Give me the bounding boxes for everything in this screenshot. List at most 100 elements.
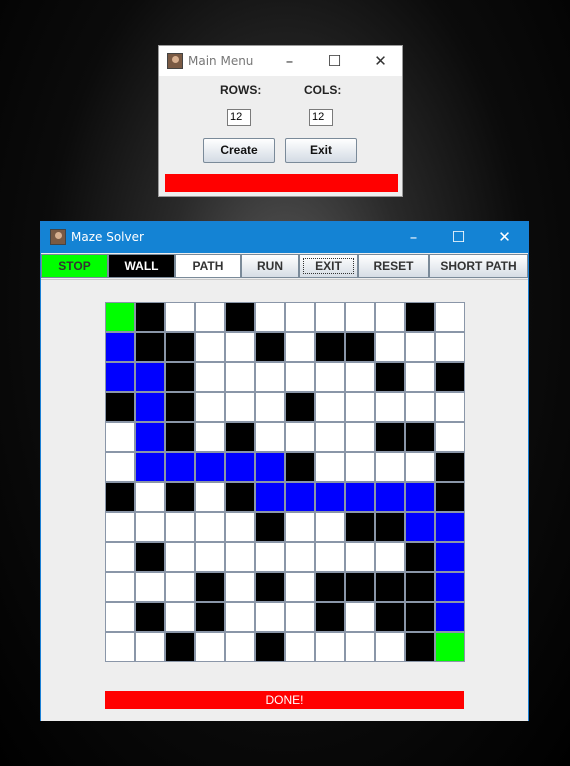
cols-input[interactable]: 12 <box>309 109 333 126</box>
open-cell[interactable] <box>285 302 315 332</box>
open-cell[interactable] <box>315 512 345 542</box>
open-cell[interactable] <box>105 542 135 572</box>
wall-cell[interactable] <box>375 422 405 452</box>
wall-cell[interactable] <box>225 422 255 452</box>
open-cell[interactable] <box>225 512 255 542</box>
wall-cell[interactable] <box>105 482 135 512</box>
open-cell[interactable] <box>405 332 435 362</box>
run-button[interactable]: RUN <box>241 254 299 278</box>
open-cell[interactable] <box>375 452 405 482</box>
open-cell[interactable] <box>285 422 315 452</box>
open-cell[interactable] <box>225 632 255 662</box>
path-cell[interactable] <box>435 602 465 632</box>
open-cell[interactable] <box>105 422 135 452</box>
open-cell[interactable] <box>255 422 285 452</box>
open-cell[interactable] <box>255 302 285 332</box>
maze-grid[interactable] <box>105 302 465 662</box>
path-cell[interactable] <box>435 512 465 542</box>
open-cell[interactable] <box>315 632 345 662</box>
open-cell[interactable] <box>435 392 465 422</box>
path-cell[interactable] <box>255 452 285 482</box>
wall-cell[interactable] <box>405 572 435 602</box>
open-cell[interactable] <box>135 482 165 512</box>
path-cell[interactable] <box>105 362 135 392</box>
path-cell[interactable] <box>315 482 345 512</box>
start-cell[interactable] <box>105 302 135 332</box>
open-cell[interactable] <box>405 392 435 422</box>
wall-cell[interactable] <box>135 302 165 332</box>
exit-button[interactable]: EXIT <box>299 254 358 278</box>
wall-cell[interactable] <box>255 512 285 542</box>
wall-cell[interactable] <box>165 632 195 662</box>
short-path-button[interactable]: SHORT PATH <box>429 254 528 278</box>
open-cell[interactable] <box>345 452 375 482</box>
wall-cell[interactable] <box>435 362 465 392</box>
open-cell[interactable] <box>345 602 375 632</box>
wall-cell[interactable] <box>135 542 165 572</box>
wall-cell[interactable] <box>345 572 375 602</box>
wall-cell[interactable] <box>345 332 375 362</box>
wall-cell[interactable] <box>105 392 135 422</box>
path-cell[interactable] <box>405 512 435 542</box>
path-cell[interactable] <box>135 392 165 422</box>
path-cell[interactable] <box>255 482 285 512</box>
open-cell[interactable] <box>165 572 195 602</box>
path-cell[interactable] <box>135 452 165 482</box>
open-cell[interactable] <box>225 542 255 572</box>
wall-cell[interactable] <box>375 512 405 542</box>
wall-cell[interactable] <box>375 602 405 632</box>
open-cell[interactable] <box>225 332 255 362</box>
main-menu-titlebar[interactable]: Main Menu – ☐ ✕ <box>159 46 402 76</box>
open-cell[interactable] <box>315 452 345 482</box>
wall-cell[interactable] <box>225 482 255 512</box>
wall-cell[interactable] <box>165 392 195 422</box>
end-cell[interactable] <box>435 632 465 662</box>
open-cell[interactable] <box>285 542 315 572</box>
open-cell[interactable] <box>375 302 405 332</box>
open-cell[interactable] <box>195 392 225 422</box>
open-cell[interactable] <box>345 392 375 422</box>
open-cell[interactable] <box>105 632 135 662</box>
wall-cell[interactable] <box>345 512 375 542</box>
open-cell[interactable] <box>255 542 285 572</box>
open-cell[interactable] <box>105 572 135 602</box>
open-cell[interactable] <box>195 512 225 542</box>
open-cell[interactable] <box>315 542 345 572</box>
open-cell[interactable] <box>315 362 345 392</box>
close-icon[interactable]: ✕ <box>358 46 403 76</box>
wall-cell[interactable] <box>435 482 465 512</box>
wall-cell[interactable] <box>195 602 225 632</box>
exit-menu-button[interactable]: Exit <box>285 138 357 163</box>
wall-button[interactable]: WALL <box>108 254 175 278</box>
open-cell[interactable] <box>345 632 375 662</box>
open-cell[interactable] <box>375 392 405 422</box>
open-cell[interactable] <box>195 332 225 362</box>
open-cell[interactable] <box>135 632 165 662</box>
path-cell[interactable] <box>195 452 225 482</box>
open-cell[interactable] <box>345 422 375 452</box>
wall-cell[interactable] <box>405 302 435 332</box>
wall-cell[interactable] <box>165 332 195 362</box>
open-cell[interactable] <box>285 572 315 602</box>
wall-cell[interactable] <box>165 482 195 512</box>
minimize-icon[interactable]: – <box>391 222 436 252</box>
open-cell[interactable] <box>255 602 285 632</box>
wall-cell[interactable] <box>315 602 345 632</box>
path-cell[interactable] <box>375 482 405 512</box>
open-cell[interactable] <box>255 362 285 392</box>
open-cell[interactable] <box>405 452 435 482</box>
maximize-icon[interactable]: ☐ <box>312 46 357 76</box>
wall-cell[interactable] <box>405 422 435 452</box>
open-cell[interactable] <box>225 362 255 392</box>
open-cell[interactable] <box>165 512 195 542</box>
open-cell[interactable] <box>195 302 225 332</box>
open-cell[interactable] <box>345 542 375 572</box>
open-cell[interactable] <box>165 542 195 572</box>
minimize-icon[interactable]: – <box>267 46 312 76</box>
open-cell[interactable] <box>195 542 225 572</box>
open-cell[interactable] <box>135 572 165 602</box>
open-cell[interactable] <box>225 572 255 602</box>
close-icon[interactable]: ✕ <box>482 222 527 252</box>
stop-button[interactable]: STOP <box>41 254 108 278</box>
wall-cell[interactable] <box>405 632 435 662</box>
